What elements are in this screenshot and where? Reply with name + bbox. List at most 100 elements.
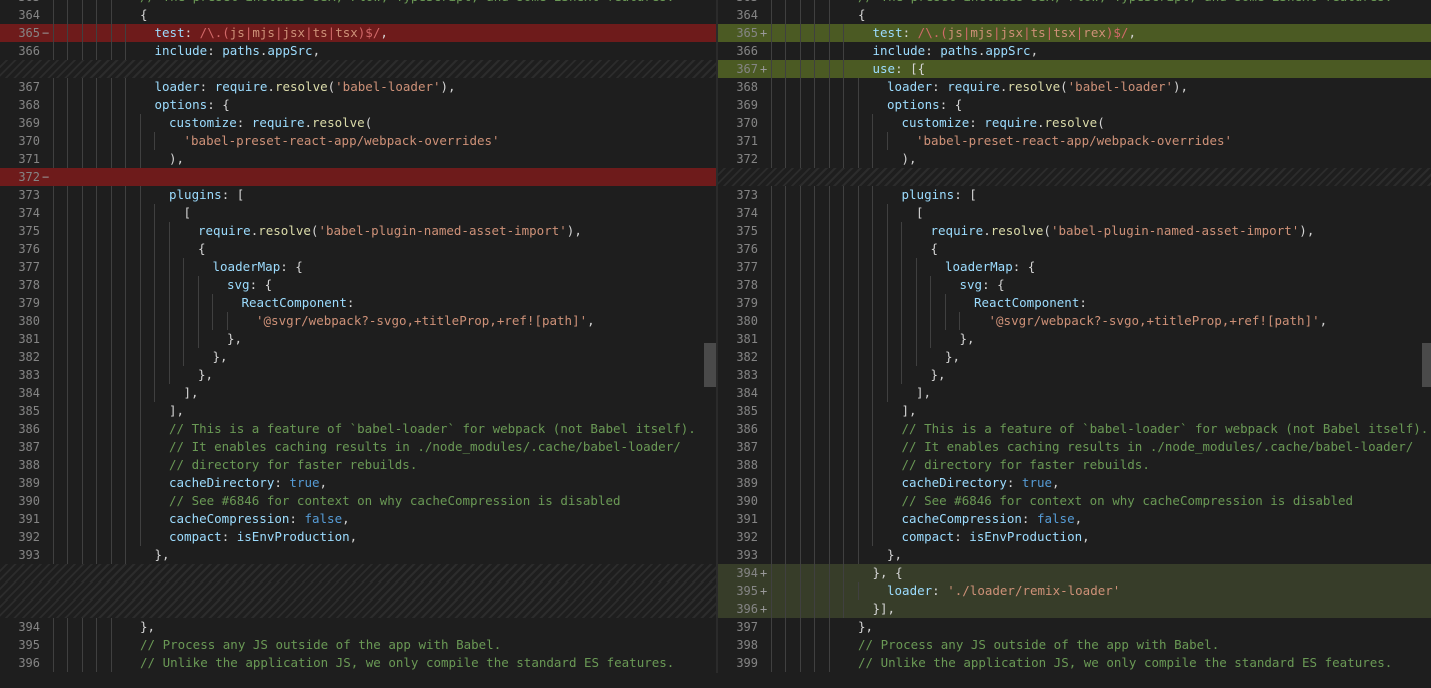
code-line[interactable]: 375 require.resolve('babel-plugin-named-a… bbox=[0, 222, 716, 240]
code-line[interactable]: 370 customize: require.resolve( bbox=[718, 114, 1431, 132]
code-text[interactable]: svg: { bbox=[227, 276, 272, 294]
code-line[interactable]: 383}, bbox=[718, 366, 1431, 384]
code-line[interactable]: 368 options: { bbox=[0, 96, 716, 114]
code-text[interactable]: '@svgr/webpack?-svgo,+titleProp,+ref![pa… bbox=[989, 312, 1328, 330]
code-text[interactable]: customize: require.resolve( bbox=[169, 114, 372, 132]
code-text[interactable]: // See #6846 for context on why cacheCom… bbox=[902, 492, 1354, 510]
code-text[interactable]: loader: require.resolve('babel-loader'), bbox=[155, 78, 456, 96]
code-line[interactable]: 386 // This is a feature of `babel-loader… bbox=[0, 420, 716, 438]
code-text[interactable]: }, bbox=[227, 330, 242, 348]
code-text[interactable]: ], bbox=[916, 384, 931, 402]
code-line[interactable]: 383}, bbox=[0, 366, 716, 384]
code-text[interactable]: '@svgr/webpack?-svgo,+titleProp,+ref![pa… bbox=[256, 312, 595, 330]
code-line[interactable]: 395 // Process any JS outside of the app … bbox=[0, 636, 716, 654]
code-line[interactable]: 365− test: /\.(js|mjs|jsx|ts|tsx)$/, bbox=[0, 24, 716, 42]
code-line[interactable]: 392 compact: isEnvProduction, bbox=[718, 528, 1431, 546]
code-line[interactable]: 390 // See #6846 for context on why cache… bbox=[718, 492, 1431, 510]
code-line[interactable]: 364 { bbox=[718, 6, 1431, 24]
code-text[interactable]: 'babel-preset-react-app/webpack-override… bbox=[184, 132, 500, 150]
code-text[interactable]: // This is a feature of `babel-loader` f… bbox=[902, 420, 1429, 438]
code-text[interactable]: include: paths.appSrc, bbox=[873, 42, 1039, 60]
code-line[interactable]: 391 cacheCompression: false, bbox=[0, 510, 716, 528]
code-line[interactable]: 386 // This is a feature of `babel-loader… bbox=[718, 420, 1431, 438]
code-line[interactable]: 380 '@svgr/webpack?-svgo,+titleProp,+ref!… bbox=[0, 312, 716, 330]
code-text[interactable]: ], bbox=[184, 384, 199, 402]
code-line[interactable]: 367 loader: require.resolve('babel-loader… bbox=[0, 78, 716, 96]
code-text[interactable]: // Process any JS outside of the app wit… bbox=[140, 636, 501, 654]
code-line[interactable]: 369 customize: require.resolve( bbox=[0, 114, 716, 132]
code-line[interactable]: 393}, bbox=[0, 546, 716, 564]
code-text[interactable]: ], bbox=[902, 402, 917, 420]
diff-filler-row[interactable] bbox=[718, 168, 1431, 186]
code-text[interactable]: use: [{ bbox=[873, 60, 926, 78]
code-line[interactable]: 366 include: paths.appSrc, bbox=[0, 42, 716, 60]
code-text[interactable]: }], bbox=[873, 600, 896, 618]
code-text[interactable]: compact: isEnvProduction, bbox=[169, 528, 357, 546]
code-text[interactable]: }, bbox=[155, 546, 170, 564]
code-line[interactable]: 377 loaderMap: { bbox=[0, 258, 716, 276]
code-line[interactable]: 368 loader: require.resolve('babel-loader… bbox=[718, 78, 1431, 96]
code-line[interactable]: 377 loaderMap: { bbox=[718, 258, 1431, 276]
code-line[interactable]: 381}, bbox=[0, 330, 716, 348]
code-line[interactable]: 394}, bbox=[0, 618, 716, 636]
code-text[interactable]: }, bbox=[213, 348, 228, 366]
code-line[interactable]: 385], bbox=[0, 402, 716, 420]
code-text[interactable]: // It enables caching results in ./node_… bbox=[902, 438, 1414, 456]
code-text[interactable]: plugins: [ bbox=[902, 186, 977, 204]
code-line[interactable]: 384], bbox=[0, 384, 716, 402]
code-text[interactable]: cacheDirectory: true, bbox=[169, 474, 327, 492]
code-text[interactable]: { bbox=[140, 6, 148, 24]
code-text[interactable]: // See #6846 for context on why cacheCom… bbox=[169, 492, 621, 510]
code-text[interactable]: { bbox=[198, 240, 206, 258]
code-text[interactable]: include: paths.appSrc, bbox=[155, 42, 321, 60]
code-line[interactable]: 393}, bbox=[718, 546, 1431, 564]
diff-pane-original[interactable]: 363// The preset includes JSX, Flow, Typ… bbox=[0, 0, 716, 688]
code-text[interactable]: test: /\.(js|mjs|jsx|ts|tsx|rex)$/, bbox=[873, 24, 1136, 42]
code-text[interactable]: // Unlike the application JS, we only co… bbox=[858, 654, 1392, 672]
code-line[interactable]: 373 plugins: [ bbox=[718, 186, 1431, 204]
code-line[interactable]: 379 ReactComponent: bbox=[0, 294, 716, 312]
code-line[interactable]: 367 + use: [{ bbox=[718, 60, 1431, 78]
code-text[interactable]: ), bbox=[169, 150, 184, 168]
code-line[interactable]: 374 [ bbox=[718, 204, 1431, 222]
code-text[interactable]: loader: require.resolve('babel-loader'), bbox=[887, 78, 1188, 96]
code-line[interactable]: 396 +}], bbox=[718, 600, 1431, 618]
code-line[interactable]: 382}, bbox=[0, 348, 716, 366]
code-line[interactable]: 396 // Unlike the application JS, we only… bbox=[0, 654, 716, 672]
code-line[interactable]: 372), bbox=[718, 150, 1431, 168]
code-line[interactable]: 376 { bbox=[718, 240, 1431, 258]
code-text[interactable]: }, bbox=[858, 618, 873, 636]
code-line[interactable]: 397}, bbox=[718, 618, 1431, 636]
code-text[interactable]: }, bbox=[140, 618, 155, 636]
code-text[interactable]: options: { bbox=[887, 96, 962, 114]
code-text[interactable]: options: { bbox=[155, 96, 230, 114]
code-text[interactable]: // This is a feature of `babel-loader` f… bbox=[169, 420, 696, 438]
code-line[interactable]: 382}, bbox=[718, 348, 1431, 366]
code-line[interactable]: 395 + loader: './loader/remix-loader' bbox=[718, 582, 1431, 600]
code-text[interactable]: require.resolve('babel-plugin-named-asse… bbox=[198, 222, 582, 240]
code-line[interactable]: 381}, bbox=[718, 330, 1431, 348]
code-text[interactable]: cacheCompression: false, bbox=[169, 510, 350, 528]
code-text[interactable]: cacheDirectory: true, bbox=[902, 474, 1060, 492]
diff-filler-row[interactable] bbox=[0, 564, 716, 582]
code-line[interactable]: 388 // directory for faster rebuilds. bbox=[0, 456, 716, 474]
code-text[interactable]: cacheCompression: false, bbox=[902, 510, 1083, 528]
code-line[interactable]: 384], bbox=[718, 384, 1431, 402]
code-text[interactable]: // It enables caching results in ./node_… bbox=[169, 438, 681, 456]
code-text[interactable]: // Unlike the application JS, we only co… bbox=[140, 654, 674, 672]
code-text[interactable]: ], bbox=[169, 402, 184, 420]
code-line[interactable]: 378 svg: { bbox=[718, 276, 1431, 294]
diff-filler-row[interactable] bbox=[0, 600, 716, 618]
code-line[interactable]: 394 +}, { bbox=[718, 564, 1431, 582]
code-line[interactable]: 375 require.resolve('babel-plugin-named-a… bbox=[718, 222, 1431, 240]
diff-pane-modified[interactable]: 363// The preset includes JSX, Flow, Typ… bbox=[718, 0, 1431, 688]
code-line[interactable]: 373 plugins: [ bbox=[0, 186, 716, 204]
code-text[interactable]: ReactComponent: bbox=[974, 294, 1087, 312]
code-text[interactable]: [ bbox=[916, 204, 924, 222]
code-text[interactable]: loader: './loader/remix-loader' bbox=[887, 582, 1120, 600]
code-line[interactable]: 389 cacheDirectory: true, bbox=[718, 474, 1431, 492]
code-line[interactable]: 366 include: paths.appSrc, bbox=[718, 42, 1431, 60]
code-text[interactable]: ), bbox=[902, 150, 917, 168]
code-text[interactable]: compact: isEnvProduction, bbox=[902, 528, 1090, 546]
code-line[interactable]: 376 { bbox=[0, 240, 716, 258]
